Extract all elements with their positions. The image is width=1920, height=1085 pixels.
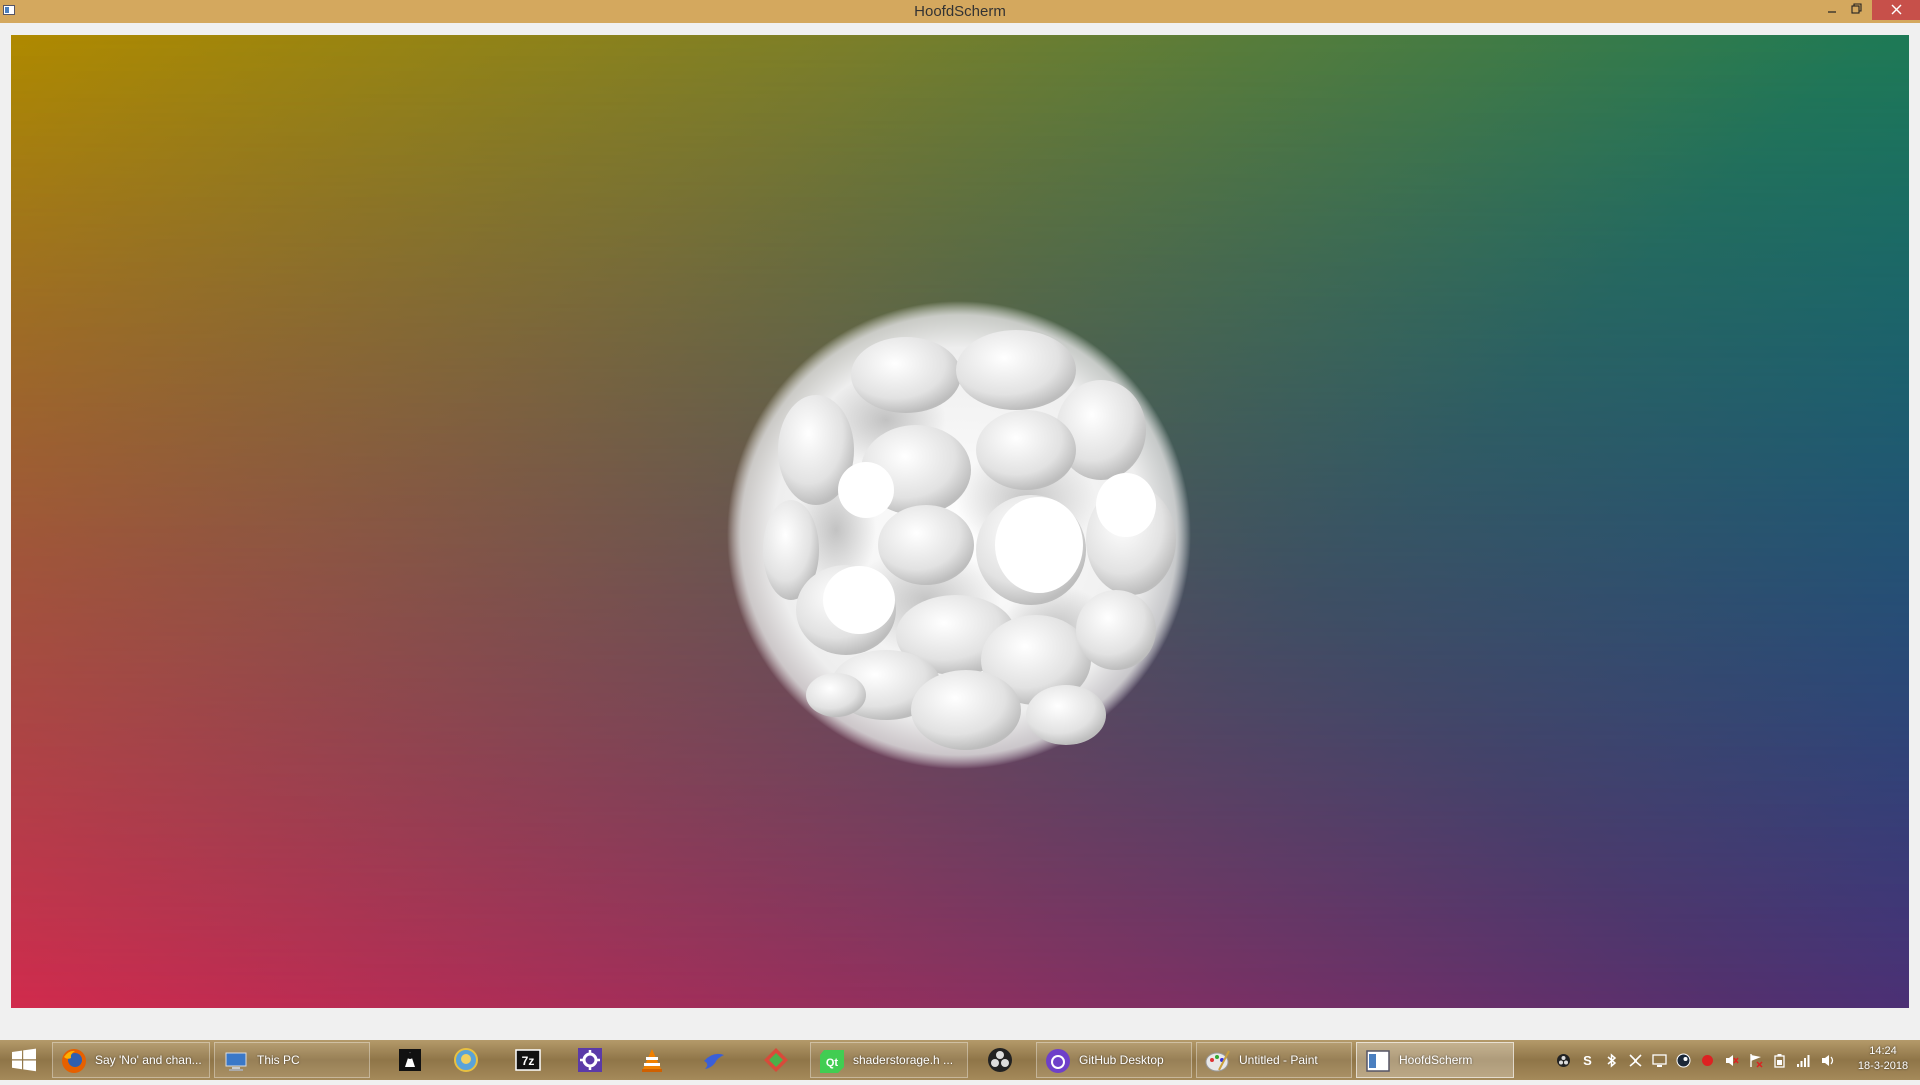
bird-icon xyxy=(704,1053,724,1069)
clock-date: 18-3-2018 xyxy=(1857,1060,1909,1072)
7zip-icon: 7z xyxy=(515,1049,541,1071)
taskbar-item-label: This PC xyxy=(257,1053,300,1067)
taskbar-item-hoofdscherm[interactable]: HoofdScherm xyxy=(1356,1042,1514,1078)
taskbar-item-github-desktop[interactable]: GitHub Desktop xyxy=(1036,1042,1192,1078)
taskbar-item-settings[interactable] xyxy=(564,1042,616,1078)
taskbar-item-label: Untitled - Paint xyxy=(1239,1053,1318,1067)
volume-mute-tray-icon[interactable] xyxy=(1724,1053,1739,1068)
inkscape-icon xyxy=(399,1049,421,1071)
white-blob-sphere xyxy=(727,301,1191,769)
taskbar-item-label: Say 'No' and chan... xyxy=(95,1053,202,1067)
svg-text:Qt: Qt xyxy=(826,1057,839,1069)
monitor-tray-icon[interactable] xyxy=(1652,1053,1667,1068)
taskbar-item-paint[interactable]: Untitled - Paint xyxy=(1196,1042,1352,1078)
firefox-icon xyxy=(62,1049,86,1073)
red-tray-icon[interactable] xyxy=(1700,1053,1715,1068)
taskbar-item-label: shaderstorage.h ... xyxy=(853,1053,954,1067)
app-window: HoofdScherm xyxy=(0,0,1920,1040)
windows-logo-icon xyxy=(12,1048,36,1072)
battery-tray-icon[interactable] xyxy=(1772,1053,1787,1068)
taskbar-item-label: HoofdScherm xyxy=(1399,1053,1473,1067)
taskbar: Say 'No' and chan... This PC 7z Qt shade… xyxy=(0,1040,1920,1080)
system-tray: S xyxy=(1552,1040,1852,1080)
skype-tray-icon[interactable]: S xyxy=(1580,1053,1595,1068)
steam-tray-icon[interactable] xyxy=(1676,1053,1691,1068)
qt-creator-icon: Qt xyxy=(820,1050,844,1073)
paint-icon xyxy=(1205,1050,1230,1072)
title-bar[interactable]: HoofdScherm xyxy=(0,0,1920,23)
close-icon xyxy=(1891,4,1901,15)
taskbar-item-this-pc[interactable]: This PC xyxy=(214,1042,370,1078)
github-icon xyxy=(1046,1049,1070,1073)
close-button[interactable] xyxy=(1872,0,1920,20)
taskbar-item-obs[interactable] xyxy=(974,1042,1026,1078)
dev-tray-icon[interactable] xyxy=(1628,1053,1643,1068)
render-canvas[interactable] xyxy=(11,35,1909,1008)
obs-icon xyxy=(988,1048,1012,1072)
clock-time: 14:24 xyxy=(1869,1045,1897,1057)
taskbar-item-inkscape[interactable] xyxy=(384,1042,436,1078)
taskbar-item-fiddler[interactable] xyxy=(440,1042,492,1078)
git-gui-icon xyxy=(764,1048,788,1072)
network-tray-icon[interactable] xyxy=(1796,1053,1811,1068)
restore-icon xyxy=(1850,3,1862,14)
svg-text:7z: 7z xyxy=(522,1054,535,1068)
taskbar-clock[interactable]: 14:24 18-3-2018 xyxy=(1850,1044,1916,1074)
window-title: HoofdScherm xyxy=(914,3,1006,20)
restore-button[interactable] xyxy=(1836,0,1876,20)
taskbar-item-git-gui[interactable] xyxy=(750,1042,802,1078)
taskbar-item-qt-creator[interactable]: Qt shaderstorage.h ... xyxy=(810,1042,968,1078)
hoofdscherm-icon xyxy=(1366,1050,1390,1072)
speaker-tray-icon[interactable] xyxy=(1820,1053,1835,1068)
svg-text:S: S xyxy=(1583,1053,1592,1068)
gear-icon xyxy=(578,1048,602,1072)
flag-tray-icon[interactable] xyxy=(1748,1053,1763,1068)
start-button[interactable] xyxy=(0,1040,48,1080)
taskbar-item-firefox[interactable]: Say 'No' and chan... xyxy=(52,1042,210,1078)
this-pc-icon xyxy=(225,1052,247,1071)
taskbar-item-7zip[interactable]: 7z xyxy=(502,1042,554,1078)
taskbar-item-vlc[interactable] xyxy=(626,1042,678,1078)
bluetooth-tray-icon[interactable] xyxy=(1604,1053,1619,1068)
vlc-icon xyxy=(642,1049,662,1072)
obs-tray-icon[interactable] xyxy=(1556,1053,1571,1068)
taskbar-item-bird-app[interactable] xyxy=(688,1042,740,1078)
taskbar-item-label: GitHub Desktop xyxy=(1079,1053,1164,1067)
fiddler-icon xyxy=(454,1048,478,1072)
